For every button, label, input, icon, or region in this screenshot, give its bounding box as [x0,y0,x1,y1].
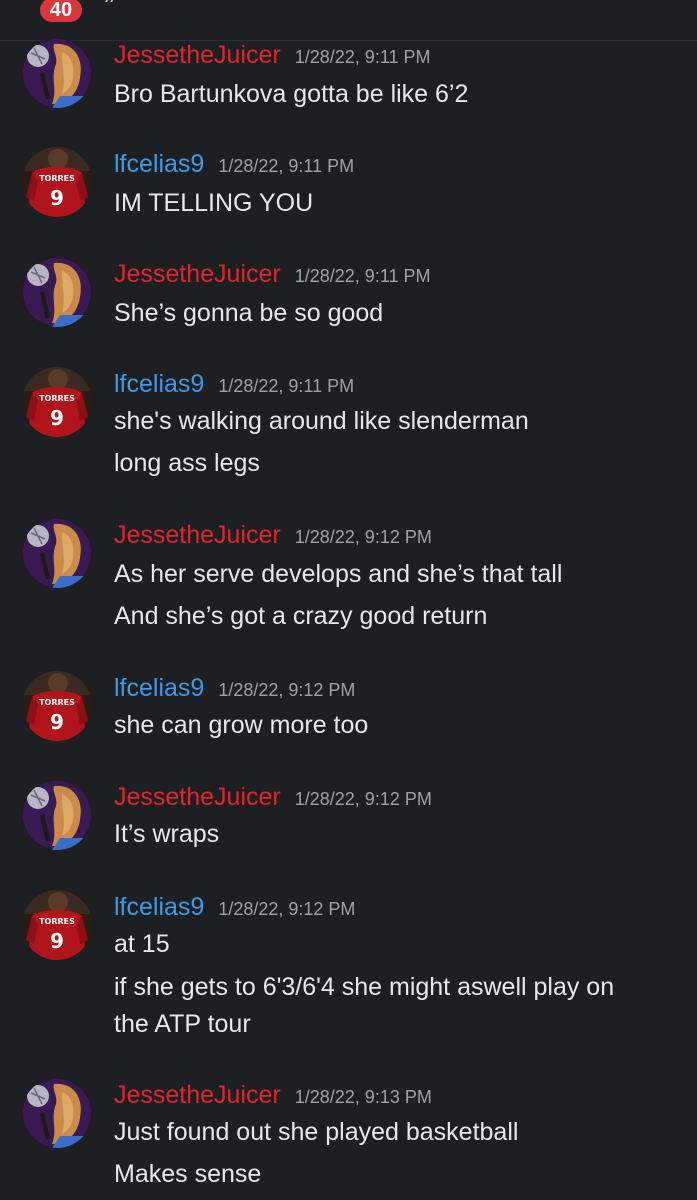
avatar-jessethejuicer[interactable] [22,780,92,850]
avatar-image: TORRES 9 [22,367,92,437]
svg-text:TORRES: TORRES [39,174,75,183]
message-timestamp: 1/28/22, 9:12 PM [218,899,356,919]
message-text: if she gets to 6'3/6'4 she might aswell … [114,973,615,1001]
message-timestamp: 1/28/22, 9:12 PM [218,680,356,700]
message-text: at 15 [114,930,170,958]
message-header: lfcelias9 1/28/22, 9:11 PM [114,147,354,181]
avatar-image [22,38,92,108]
message-text: Just found out she played basketball [114,1118,519,1146]
unread-count-badge[interactable]: 40 [36,0,86,26]
chat-window: 40 ” JessetheJuicer 1/28/22, 9:11 PM Bro… [0,0,697,1200]
message-text: she's walking around like slenderman [114,407,529,435]
svg-text:9: 9 [50,929,64,953]
message-text: the ATP tour [114,1010,251,1038]
avatar-jessethejuicer[interactable] [22,518,92,588]
avatar-lfcelias9[interactable]: TORRES 9 [22,367,92,437]
message-timestamp: 1/28/22, 9:12 PM [294,527,432,547]
message-text: long ass legs [114,449,260,477]
author-name[interactable]: JessetheJuicer [114,260,281,288]
author-name[interactable]: lfcelias9 [114,150,204,178]
avatar-image: TORRES 9 [22,890,92,960]
author-name[interactable]: lfcelias9 [114,674,204,702]
svg-text:9: 9 [50,710,64,734]
svg-text:9: 9 [50,406,64,430]
message-header: lfcelias9 1/28/22, 9:12 PM [114,671,355,705]
message-text: IM TELLING YOU [114,189,314,217]
message-text: Bro Bartunkova gotta be like 6’2 [114,80,469,108]
message-text: As her serve develops and she’s that tal… [114,560,563,588]
avatar-jessethejuicer[interactable] [22,257,92,327]
top-bar: 40 ” [0,0,697,40]
author-name[interactable]: lfcelias9 [114,893,204,921]
message-timestamp: 1/28/22, 9:12 PM [294,789,432,809]
message-header: lfcelias9 1/28/22, 9:11 PM [114,367,354,401]
message-text: It’s wraps [114,820,220,848]
message-text: She’s gonna be so good [114,299,384,327]
message-header: JessetheJuicer 1/28/22, 9:12 PM [114,780,432,814]
svg-text:TORRES: TORRES [39,698,75,707]
message-text: And she’s got a crazy good return [114,602,488,630]
message-timestamp: 1/28/22, 9:13 PM [294,1087,432,1107]
avatar-lfcelias9[interactable]: TORRES 9 [22,147,92,217]
message-header: JessetheJuicer 1/28/22, 9:13 PM [114,1078,432,1112]
message-header: JessetheJuicer 1/28/22, 9:11 PM [114,38,431,72]
message-header: JessetheJuicer 1/28/22, 9:11 PM [114,257,431,291]
message-header: lfcelias9 1/28/22, 9:12 PM [114,890,355,924]
partial-top-text: ” [104,0,115,24]
author-name[interactable]: JessetheJuicer [114,1081,281,1109]
author-name[interactable]: JessetheJuicer [114,41,281,69]
avatar-image [22,257,92,327]
svg-text:9: 9 [50,186,64,210]
author-name[interactable]: JessetheJuicer [114,521,281,549]
avatar-jessethejuicer[interactable] [22,1078,92,1148]
author-name[interactable]: JessetheJuicer [114,783,281,811]
message-text: she can grow more too [114,711,369,739]
avatar-image [22,780,92,850]
message-header: JessetheJuicer 1/28/22, 9:12 PM [114,518,432,552]
message-timestamp: 1/28/22, 9:11 PM [218,376,355,396]
author-name[interactable]: lfcelias9 [114,370,204,398]
avatar-lfcelias9[interactable]: TORRES 9 [22,890,92,960]
avatar-image: TORRES 9 [22,147,92,217]
message-timestamp: 1/28/22, 9:11 PM [294,266,431,286]
message-text: Makes sense [114,1160,262,1188]
svg-text:TORRES: TORRES [39,394,75,403]
message-timestamp: 1/28/22, 9:11 PM [294,47,431,67]
avatar-image: TORRES 9 [22,671,92,741]
avatar-image [22,518,92,588]
message-timestamp: 1/28/22, 9:11 PM [218,156,355,176]
svg-text:TORRES: TORRES [39,917,75,926]
avatar-lfcelias9[interactable]: TORRES 9 [22,671,92,741]
avatar-jessethejuicer[interactable] [22,38,92,108]
avatar-image [22,1078,92,1148]
